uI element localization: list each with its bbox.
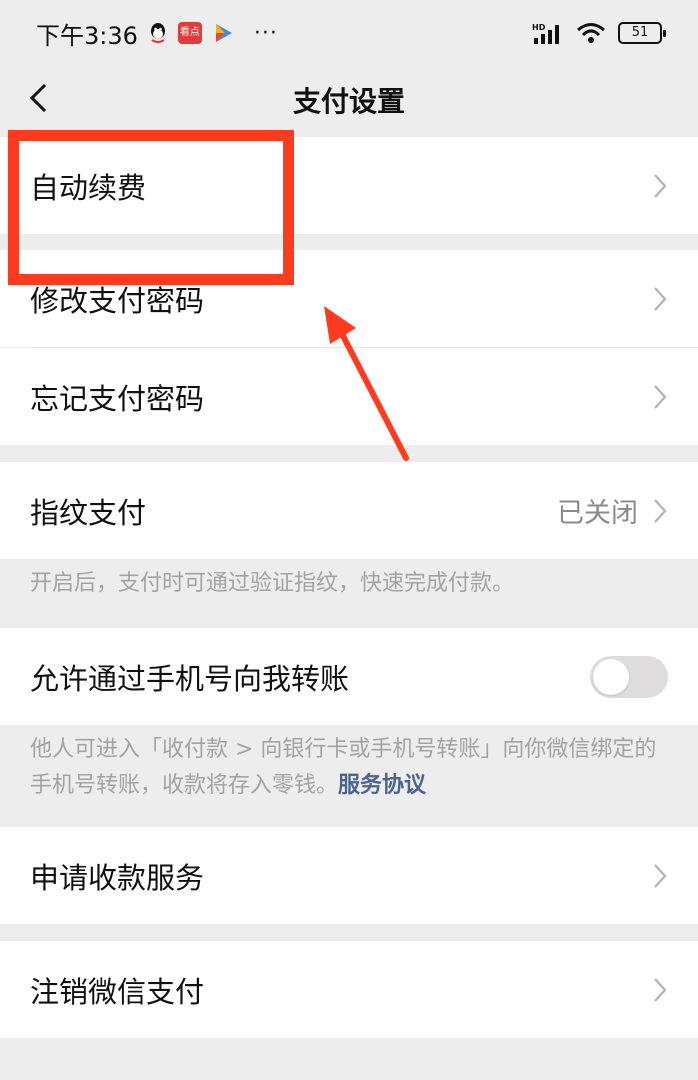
phone-transfer-note: 他人可进入「收付款 > 向银行卡或手机号转账」向你微信绑定的手机号转账，收款将存… [30,732,670,804]
fingerprint-status: 已关闭 [557,498,638,529]
qq-icon [150,23,165,43]
notification-icons: 看点 ··· [148,21,278,46]
row-label: 申请收款服务 [30,860,205,895]
chevron-right-icon [654,863,667,888]
chevron-right-icon [654,173,667,198]
row-label: 忘记支付密码 [30,381,205,416]
phone-transfer-toggle[interactable] [590,655,668,698]
annotation-arrow-icon [324,306,409,461]
chevron-right-icon [654,498,667,523]
settings-row-cancel-pay[interactable]: 注销微信支付 [0,941,698,1038]
toggle-knob [593,658,629,695]
network-type: HD [532,23,546,32]
more-notifications-icon: ··· [253,20,278,46]
chevron-right-icon [654,286,667,311]
nav-bar: 支付设置 [0,66,698,132]
signal-icon: HD [532,23,559,44]
status-bar: 下午3:36 看点 ··· HD 51 [0,0,698,66]
kandian-icon: 看点 [177,22,202,44]
settings-row-apply-receive[interactable]: 申请收款服务 [0,827,698,924]
chevron-right-icon [654,977,667,1002]
row-label: 注销微信支付 [30,974,205,1009]
service-agreement-link[interactable]: 服务协议 [338,773,426,798]
wifi-icon [577,23,605,43]
page-title: 支付设置 [292,85,405,118]
settings-row-phone-transfer: 允许通过手机号向我转账 [0,628,698,725]
settings-row-fingerprint[interactable]: 指纹支付 已关闭 [0,462,698,559]
play-icon [215,24,232,42]
fingerprint-note: 开启后，支付时可通过验证指纹，快速完成付款。 [30,571,515,596]
annotation-highlight-box [8,130,294,285]
row-label: 允许通过手机号向我转账 [30,661,350,696]
chevron-right-icon [654,384,667,409]
status-time: 下午3:36 [36,21,138,50]
battery-icon: 51 [618,22,666,44]
row-label: 指纹支付 [30,495,147,530]
